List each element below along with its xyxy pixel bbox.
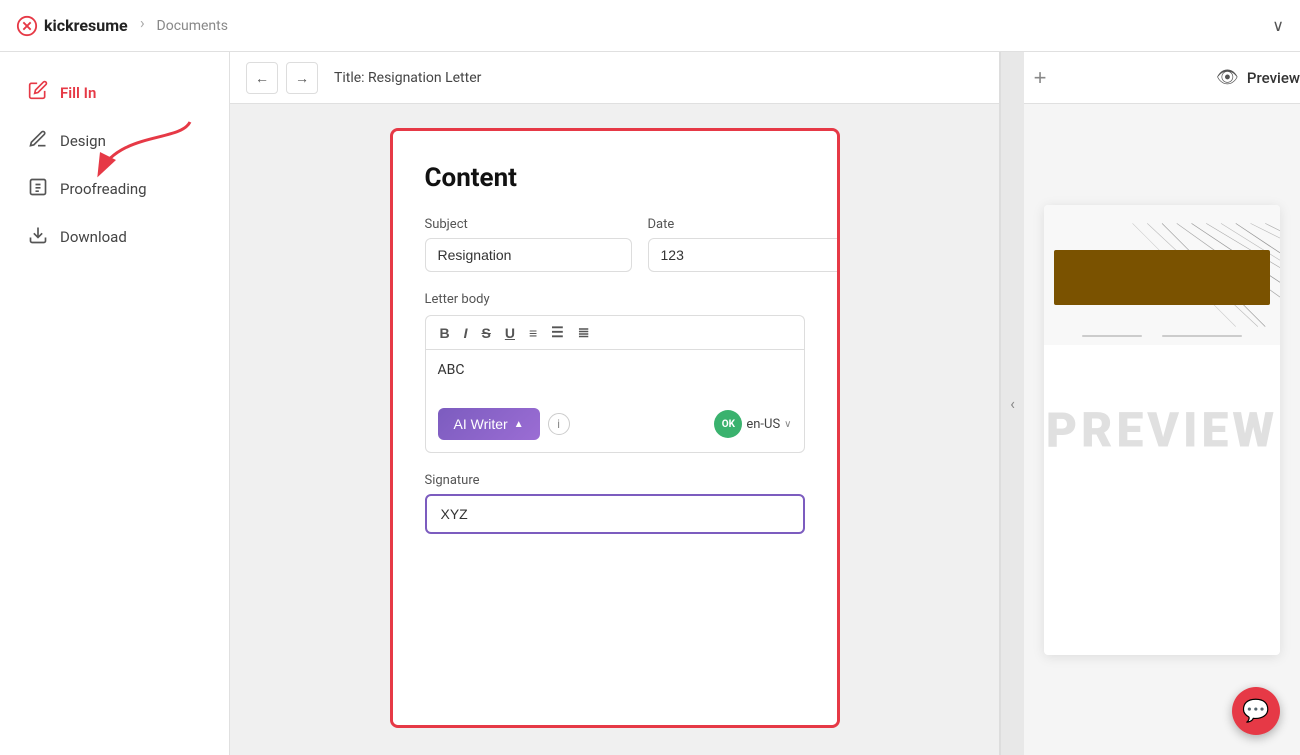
form-card-title: Content	[425, 163, 805, 193]
date-input[interactable]	[648, 238, 840, 272]
signature-section: Signature	[425, 473, 805, 534]
logo-icon	[16, 15, 38, 37]
breadcrumb-documents[interactable]: Documents	[157, 18, 228, 34]
top-bar-right: ∨	[1272, 16, 1284, 35]
unordered-list-button[interactable]: ☰	[547, 322, 568, 343]
subject-group: Subject	[425, 217, 632, 272]
info-button[interactable]: i	[548, 413, 570, 435]
main-layout: Fill In Design Proofreading	[0, 52, 1300, 755]
preview-banner	[1054, 250, 1270, 305]
add-section-button[interactable]: +	[1024, 62, 1056, 94]
sidebar-design-label: Design	[60, 132, 106, 150]
collapse-handle[interactable]: ‹	[1000, 52, 1024, 755]
top-bar-left: kickresume ‹ Documents	[16, 15, 228, 37]
underline-button[interactable]: U	[501, 323, 519, 343]
bold-button[interactable]: B	[436, 323, 454, 343]
letter-body-section: Letter body B I S U ≡ ☰ ≣ ABC	[425, 292, 805, 453]
preview-lines	[1082, 335, 1242, 337]
subject-input[interactable]	[425, 238, 632, 272]
preview-line-2	[1162, 335, 1242, 337]
form-card: Content Subject Date Letter body	[390, 128, 840, 728]
language-selector[interactable]: OK en-US ∨	[714, 410, 791, 438]
preview-line-1	[1082, 335, 1142, 337]
sidebar-item-design[interactable]: Design	[8, 119, 221, 163]
ai-writer-label: AI Writer	[454, 416, 508, 432]
logo[interactable]: kickresume	[16, 15, 128, 37]
collapse-icon: ‹	[1010, 394, 1015, 413]
preview-panel: + 👁 Preview	[1024, 52, 1300, 755]
align-left-button[interactable]: ≡	[525, 323, 541, 343]
top-bar: kickresume ‹ Documents ∨	[0, 0, 1300, 52]
ok-badge: OK	[714, 410, 742, 438]
sidebar-proofreading-label: Proofreading	[60, 180, 147, 198]
richtext-toolbar: B I S U ≡ ☰ ≣	[425, 315, 805, 349]
italic-button[interactable]: I	[460, 323, 472, 343]
subject-date-row: Subject Date	[425, 217, 805, 272]
subject-label: Subject	[425, 217, 632, 232]
preview-header-art	[1044, 205, 1280, 345]
language-chevron-icon: ∨	[784, 419, 791, 430]
download-icon	[28, 225, 48, 249]
date-group: Date	[648, 217, 840, 272]
editor-toolbar: ← → Title: Resignation Letter	[230, 52, 999, 104]
chat-icon: 💬	[1242, 699, 1269, 724]
signature-input[interactable]	[425, 494, 805, 534]
document-title: Title: Resignation Letter	[334, 70, 481, 86]
richtext-body[interactable]: ABC AI Writer ▲ i OK	[425, 349, 805, 453]
letter-body-label: Letter body	[425, 292, 805, 307]
ordered-list-button[interactable]: ≣	[574, 322, 594, 343]
ai-writer-chevron-icon: ▲	[514, 419, 524, 430]
sidebar-fill-in-label: Fill In	[60, 84, 96, 102]
richtext-footer: AI Writer ▲ i OK en-US ∨	[438, 408, 792, 440]
design-icon	[28, 129, 48, 153]
sidebar-download-label: Download	[60, 228, 127, 246]
preview-watermark: PREVIEW	[1046, 401, 1278, 458]
sidebar-item-download[interactable]: Download	[8, 215, 221, 259]
editor-content: Content Subject Date Letter body	[230, 104, 999, 755]
signature-label: Signature	[425, 473, 805, 488]
date-label: Date	[648, 217, 840, 232]
sidebar-item-proofreading[interactable]: Proofreading	[8, 167, 221, 211]
proofreading-icon	[28, 177, 48, 201]
breadcrumb-separator: ‹	[140, 16, 145, 35]
info-icon: i	[557, 417, 560, 431]
language-text: en-US	[746, 417, 780, 432]
undo-button[interactable]: ←	[246, 62, 278, 94]
preview-text-overlay	[1044, 327, 1280, 345]
preview-label: Preview	[1247, 69, 1300, 87]
chat-bubble[interactable]: 💬	[1232, 687, 1280, 735]
dropdown-chevron-icon[interactable]: ∨	[1272, 16, 1284, 35]
body-text: ABC	[438, 362, 792, 378]
edit-icon	[28, 80, 48, 105]
ai-writer-button[interactable]: AI Writer ▲	[438, 408, 540, 440]
sidebar: Fill In Design Proofreading	[0, 52, 230, 755]
editor-panel: ← → Title: Resignation Letter Content Su…	[230, 52, 1000, 755]
ok-text: OK	[722, 419, 735, 430]
strikethrough-button[interactable]: S	[478, 323, 495, 343]
preview-content: PREVIEW	[1024, 104, 1300, 755]
logo-text: kickresume	[44, 16, 128, 35]
preview-eye-icon: 👁	[1216, 67, 1239, 88]
preview-card: PREVIEW	[1044, 205, 1280, 655]
preview-toolbar: + 👁 Preview	[1024, 52, 1300, 104]
redo-button[interactable]: →	[286, 62, 318, 94]
sidebar-item-fill-in[interactable]: Fill In	[8, 70, 221, 115]
